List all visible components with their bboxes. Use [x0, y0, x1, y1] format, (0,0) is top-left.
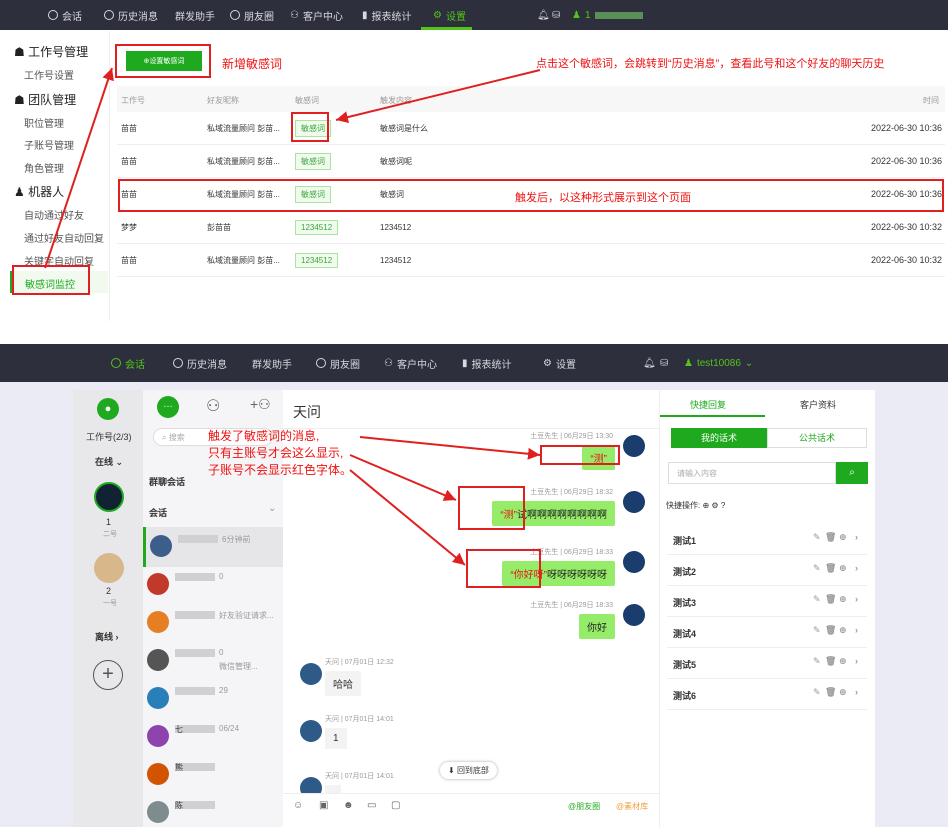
annotation-arrows	[44, 67, 541, 566]
arrow-menu-to-add	[44, 67, 114, 269]
arrow-note-to-word	[335, 69, 541, 123]
arrow-to-msg-3	[349, 469, 466, 566]
arrow-to-msg-2	[349, 454, 457, 501]
arrow-to-msg-1	[359, 436, 541, 460]
